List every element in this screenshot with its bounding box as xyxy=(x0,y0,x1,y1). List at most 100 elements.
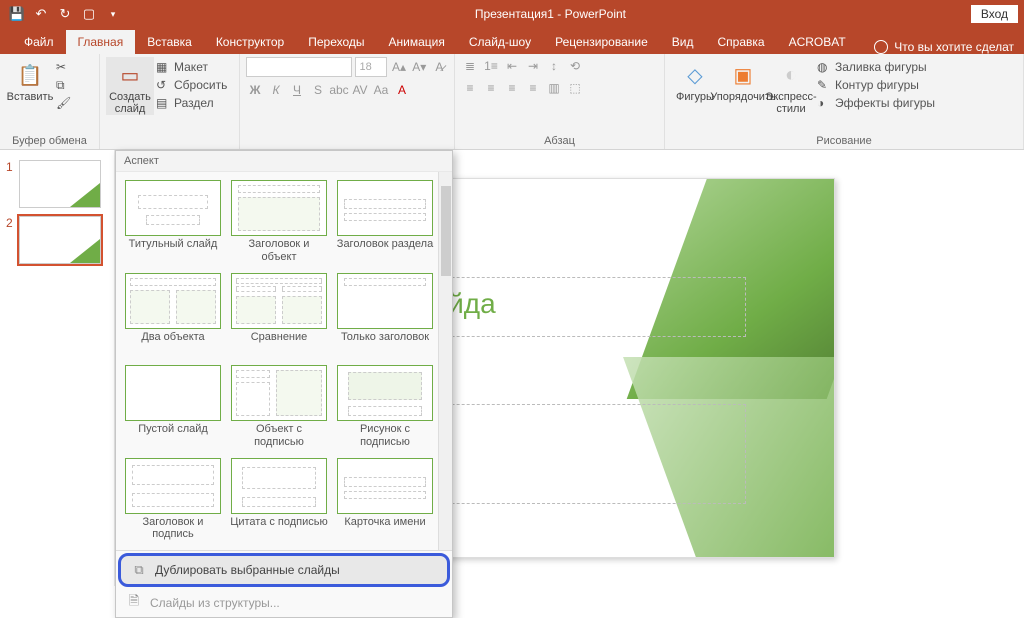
slide-thumb-1[interactable] xyxy=(19,160,101,208)
layout-option[interactable]: Два объекта xyxy=(120,269,226,362)
layout-label: Заголовок и объект xyxy=(230,238,328,264)
indent-inc-icon[interactable]: ⇥ xyxy=(524,57,542,75)
paste-button[interactable]: 📋 Вставить xyxy=(6,57,54,111)
layout-option[interactable]: Цитата с подписью xyxy=(226,454,332,547)
shapes-button[interactable]: ◇ Фигуры xyxy=(671,57,719,115)
number-icon[interactable]: 1≡ xyxy=(482,57,500,75)
layout-label: Заголовок раздела xyxy=(336,238,434,264)
tab-transitions[interactable]: Переходы xyxy=(296,30,376,54)
tab-insert[interactable]: Вставка xyxy=(135,30,204,54)
font-size-combo[interactable]: 18 xyxy=(355,57,388,77)
clear-format-icon[interactable]: A̷ xyxy=(431,58,448,76)
decrease-font-icon[interactable]: A▾ xyxy=(411,58,428,76)
layout-label: Пустой слайд xyxy=(124,423,222,449)
bulb-icon xyxy=(874,40,888,54)
layout-option[interactable]: Карточка имени xyxy=(332,454,438,547)
align-right-icon[interactable]: ≡ xyxy=(503,79,521,97)
save-icon[interactable]: 💾 xyxy=(6,3,28,25)
tab-review[interactable]: Рецензирование xyxy=(543,30,660,54)
layout-label: Рисунок с подписью xyxy=(336,423,434,449)
fill-icon: ◍ xyxy=(817,60,831,74)
layout-gallery: Аспект Титульный слайдЗаголовок и объект… xyxy=(115,150,453,618)
signin-button[interactable]: Вход xyxy=(971,5,1018,23)
layout-option[interactable]: Заголовок и объект xyxy=(226,176,332,269)
italic-icon[interactable]: К xyxy=(267,81,285,99)
tab-file[interactable]: Файл xyxy=(12,30,66,54)
reset-icon: ↺ xyxy=(156,78,170,92)
layout-label: Объект с подписью xyxy=(230,423,328,449)
undo-icon[interactable]: ↶ xyxy=(30,3,52,25)
slides-from-outline-cmd[interactable]: 🗎 Слайды из структуры... xyxy=(116,589,452,617)
group-drawing-label: Рисование xyxy=(665,135,1023,147)
underline-icon[interactable]: Ч xyxy=(288,81,306,99)
thumb-number: 1 xyxy=(6,160,13,208)
brush-icon: 🖌 xyxy=(56,96,70,110)
font-combo[interactable] xyxy=(246,57,352,77)
shape-outline-button[interactable]: ✎Контур фигуры xyxy=(815,77,937,93)
shape-fill-button[interactable]: ◍Заливка фигуры xyxy=(815,59,937,75)
arrange-icon: ▣ xyxy=(729,61,757,89)
layout-label: Сравнение xyxy=(230,331,328,357)
columns-icon[interactable]: ▥ xyxy=(545,79,563,97)
outline-file-icon: 🗎 xyxy=(126,595,142,611)
layout-icon: ▦ xyxy=(156,60,170,74)
tab-animations[interactable]: Анимация xyxy=(377,30,457,54)
layout-option[interactable]: Заголовок и подпись xyxy=(120,454,226,547)
spacing-icon[interactable]: AV xyxy=(351,81,369,99)
reset-button[interactable]: ↺Сбросить xyxy=(154,77,229,93)
indent-dec-icon[interactable]: ⇤ xyxy=(503,57,521,75)
strike-icon[interactable]: S xyxy=(309,81,327,99)
arrange-button[interactable]: ▣ Упорядочить xyxy=(719,57,767,115)
quick-styles-button[interactable]: ◐ Экспресс-стили xyxy=(767,57,815,115)
tell-me[interactable]: Что вы хотите сделат xyxy=(864,40,1024,54)
text-dir-icon[interactable]: ⟲ xyxy=(566,57,584,75)
duplicate-icon: ⧉ xyxy=(131,562,147,578)
gallery-scrollbar[interactable] xyxy=(438,172,452,550)
layout-option[interactable]: Пустой слайд xyxy=(120,361,226,454)
layout-label: Карточка имени xyxy=(336,516,434,542)
justify-icon[interactable]: ≡ xyxy=(524,79,542,97)
ribbon-tabs: Файл Главная Вставка Конструктор Переход… xyxy=(0,28,1024,54)
cut-button[interactable]: ✂ xyxy=(54,59,72,75)
shadow-icon[interactable]: abc xyxy=(330,81,348,99)
start-from-beginning-icon[interactable]: ▢ xyxy=(78,3,100,25)
font-color-icon[interactable]: A xyxy=(393,81,411,99)
bullet-icon[interactable]: ≣ xyxy=(461,57,479,75)
tab-slideshow[interactable]: Слайд-шоу xyxy=(457,30,543,54)
layout-label: Два объекта xyxy=(124,331,222,357)
layout-option[interactable]: Только заголовок xyxy=(332,269,438,362)
duplicate-slides-cmd[interactable]: ⧉ Дублировать выбранные слайды xyxy=(118,553,450,587)
layout-option[interactable]: Заголовок раздела xyxy=(332,176,438,269)
thumb-number: 2 xyxy=(6,216,13,264)
format-painter-button[interactable]: 🖌 xyxy=(54,95,72,111)
qat-customize-icon[interactable]: ▾ xyxy=(102,3,124,25)
tab-design[interactable]: Конструктор xyxy=(204,30,296,54)
section-icon: ▤ xyxy=(156,96,170,110)
case-icon[interactable]: Aa xyxy=(372,81,390,99)
layout-option[interactable]: Сравнение xyxy=(226,269,332,362)
tell-me-text: Что вы хотите сделат xyxy=(894,40,1014,54)
layout-option[interactable]: Рисунок с подписью xyxy=(332,361,438,454)
tab-view[interactable]: Вид xyxy=(660,30,706,54)
slide-thumb-2[interactable] xyxy=(19,216,101,264)
layout-button[interactable]: ▦Макет xyxy=(154,59,229,75)
copy-button[interactable]: ⧉ xyxy=(54,77,72,93)
outline-icon: ✎ xyxy=(817,78,831,92)
layout-option[interactable]: Титульный слайд xyxy=(120,176,226,269)
smartart-icon[interactable]: ⬚ xyxy=(566,79,584,97)
new-slide-button[interactable]: ▭ Создать слайд xyxy=(106,57,154,115)
tab-help[interactable]: Справка xyxy=(705,30,776,54)
copy-icon: ⧉ xyxy=(56,78,70,92)
increase-font-icon[interactable]: A▴ xyxy=(390,58,407,76)
align-center-icon[interactable]: ≡ xyxy=(482,79,500,97)
section-button[interactable]: ▤Раздел xyxy=(154,95,229,111)
tab-home[interactable]: Главная xyxy=(66,30,136,54)
tab-acrobat[interactable]: ACROBAT xyxy=(777,30,858,54)
effects-icon: ◑ xyxy=(817,96,831,110)
bold-icon[interactable]: Ж xyxy=(246,81,264,99)
line-spacing-icon[interactable]: ↕ xyxy=(545,57,563,75)
redo-icon[interactable]: ↻ xyxy=(54,3,76,25)
layout-option[interactable]: Объект с подписью xyxy=(226,361,332,454)
align-left-icon[interactable]: ≡ xyxy=(461,79,479,97)
shape-effects-button[interactable]: ◑Эффекты фигуры xyxy=(815,95,937,111)
